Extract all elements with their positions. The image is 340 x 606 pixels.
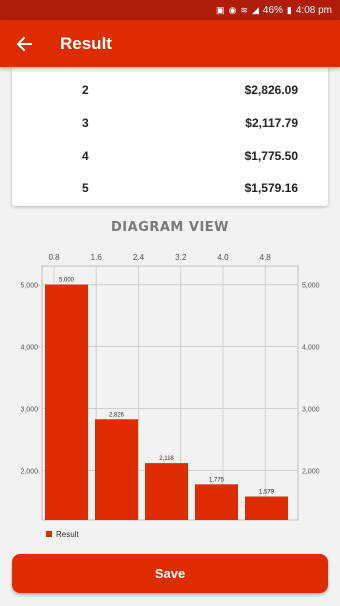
signal-icon: ◢ [251,4,259,15]
bar-value-label: 1,775 [209,477,225,483]
y-tick-label-right: 3,000 [302,406,320,413]
x-tick-label: 4.8 [260,253,272,262]
chart-bar [45,284,88,520]
x-tick-label: 0.8 [48,253,60,262]
result-row: 3 $2,117.79 [12,116,328,136]
result-year: 5 [82,181,89,195]
bar-value-label: 2,826 [109,412,125,418]
result-row: 2 $2,826.09 [12,83,328,103]
chart-bar [245,496,288,520]
result-row: 5 $1,579.16 [12,181,328,201]
y-tick-label-left: 2,000 [20,468,38,475]
page-title: Result [60,33,112,53]
back-button[interactable] [2,20,46,67]
x-tick-label: 2.4 [133,253,145,262]
battery-icon: ▮ [286,4,292,15]
battery-percent: 46% [262,4,283,16]
chart-bar [195,484,238,520]
arrow-left-icon [16,36,32,51]
chart-bar [145,463,188,520]
result-row: 4 $1,775.50 [12,149,328,169]
y-tick-label-right: 4,000 [302,345,320,352]
bar-value-label: 2,118 [159,456,174,462]
result-year: 2 [82,83,89,97]
status-icons: ▣ ◉ ≋ ◢ 46% ▮ 4:08 pm [216,5,332,16]
x-tick-label: 1.6 [91,253,103,262]
result-amount: $1,775.50 [244,149,298,163]
results-card: 2 $2,826.09 3 $2,117.79 4 $1,775.50 5 $1… [12,67,328,206]
y-tick-label-left: 4,000 [20,345,38,352]
chart-bar [95,419,138,520]
bar-value-label: 1,579 [259,490,275,496]
sync-icon: ◉ [228,4,237,15]
clock: 4:08 pm [295,4,332,16]
save-button[interactable]: Save [12,554,328,593]
y-tick-label-right: 2,000 [302,468,320,475]
y-tick-label-left: 3,000 [20,406,38,413]
x-tick-label: 3.2 [175,253,187,262]
notification-icon: ▣ [216,4,225,15]
y-tick-label-left: 5,000 [20,283,38,290]
x-tick-label: 4.0 [217,253,229,262]
legend-label: Result [56,530,79,539]
legend-swatch [46,531,52,537]
diagram-title: DIAGRAM VIEW [110,220,229,235]
result-year: 4 [82,149,89,163]
bar-value-label: 5,000 [59,278,75,284]
result-year: 3 [82,116,89,130]
result-amount: $2,826.09 [244,83,298,97]
y-tick-label-right: 5,000 [302,283,320,290]
result-amount: $1,579.16 [244,181,298,195]
wifi-icon: ≋ [240,4,248,15]
app-bar: Result [0,20,340,67]
status-bar: ▣ ◉ ≋ ◢ 46% ▮ 4:08 pm [0,0,340,20]
result-amount: $2,117.79 [245,116,298,130]
bar-chart: 0.8 1.6 2.4 3.2 4.0 4.8 2,000 2,000 3,000 3,000 4,… [20,253,320,539]
